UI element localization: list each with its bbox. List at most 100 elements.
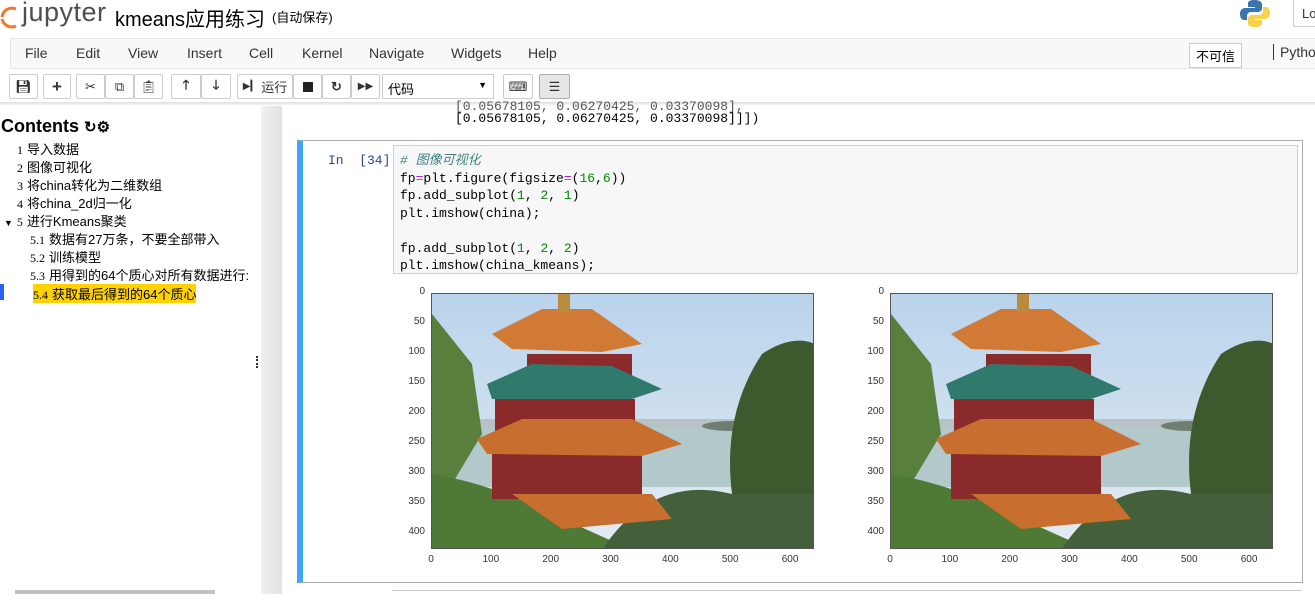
fast-forward-icon: ▶▶: [357, 81, 374, 92]
restart-button[interactable]: ↻: [322, 74, 351, 99]
x-tick-label: 100: [482, 554, 500, 565]
autosave-status: (自动保存): [272, 10, 333, 25]
refresh-icon[interactable]: ↻: [84, 119, 97, 136]
toc-item[interactable]: 2 图像可视化: [17, 157, 92, 176]
move-down-button[interactable]: 🡓: [201, 74, 231, 99]
code-line: fp=plt.figure(figsize=(16,6)): [400, 170, 627, 186]
y-tick-label: 150: [408, 375, 425, 387]
menu-help[interactable]: Help: [528, 45, 557, 61]
toolbar: 💾︎ + ✂ ⧉ 📋︎ 🡑 🡓 ▶▎ 运行 ↻ ▶▶ 代码 ▼ ⌨ ☰: [0, 72, 1315, 102]
y-tick-label: 400: [408, 525, 425, 537]
paste-icon: 📋︎: [140, 78, 157, 94]
move-up-button[interactable]: 🡑: [171, 74, 201, 99]
toc-num: 3: [17, 179, 23, 193]
menu-cell[interactable]: Cell: [249, 45, 273, 61]
run-button[interactable]: ▶▎ 运行: [237, 74, 293, 99]
next-cell[interactable]: [392, 590, 1302, 600]
toc-label: 将china_2d归一化: [27, 196, 132, 211]
logout-button[interactable]: Lo: [1293, 0, 1315, 27]
y-tick-label: 350: [408, 495, 425, 507]
toc-item[interactable]: 4 将china_2d归一化: [17, 193, 132, 212]
menu-insert[interactable]: Insert: [187, 45, 222, 61]
toc-item[interactable]: 5.1 数据有27万条，不要全部带入: [30, 229, 219, 248]
toc-num: 5.4: [33, 288, 48, 302]
cell-prompt: In [34]:: [328, 153, 399, 168]
gear-icon[interactable]: ⚙: [97, 119, 110, 136]
save-icon: 💾︎: [15, 78, 32, 94]
toc-item[interactable]: ▼ 5 进行Kmeans聚类: [4, 211, 127, 230]
keyboard-icon: ⌨: [508, 78, 528, 94]
menu-view[interactable]: View: [128, 45, 158, 61]
toc-num: 2: [17, 161, 23, 175]
y-tick-label: 150: [867, 375, 884, 387]
y-tick-label: 200: [867, 405, 884, 417]
toc-item[interactable]: 5.3 用得到的64个质心对所有数据进行:: [30, 265, 249, 284]
plus-icon: +: [52, 76, 62, 96]
sidebar-scrollbar[interactable]: [15, 590, 215, 594]
y-tick-label: 300: [867, 465, 884, 477]
toc-label: 将china转化为二维数组: [27, 178, 163, 193]
x-tick-label: 500: [721, 554, 739, 565]
y-tick-label: 0: [419, 286, 425, 297]
menu-kernel[interactable]: Kernel: [302, 45, 342, 61]
menu-widgets[interactable]: Widgets: [451, 45, 502, 61]
jupyter-logo[interactable]: jupyter: [22, 0, 107, 28]
code-input[interactable]: # 图像可视化 fp=plt.figure(figsize=(16,6)) fp.a…: [393, 145, 1298, 274]
toc-label: 进行Kmeans聚类: [26, 214, 127, 229]
y-tick-label: 100: [867, 345, 884, 357]
x-tick-label: 600: [1240, 554, 1258, 565]
y-tick-label: 100: [408, 345, 425, 357]
x-tick-label: 0: [887, 554, 893, 565]
arrow-up-icon: 🡑: [182, 76, 190, 92]
caret-down-icon[interactable]: ▼: [4, 218, 13, 228]
caret-down-icon: ▼: [478, 80, 487, 90]
paste-button[interactable]: 📋︎: [134, 74, 163, 99]
header: jupyter kmeans应用练习 (自动保存) Lo: [0, 0, 1315, 37]
command-palette-button[interactable]: ⌨: [503, 74, 533, 99]
cut-button[interactable]: ✂: [76, 74, 105, 99]
interrupt-button[interactable]: [293, 74, 322, 99]
kmeans-image-plot: [890, 293, 1273, 549]
copy-button[interactable]: ⧉: [105, 74, 134, 99]
y-tick-label: 400: [867, 525, 884, 537]
toc-item[interactable]: 3 将china转化为二维数组: [17, 175, 162, 194]
toc-num: 4: [17, 197, 23, 211]
kernel-indicator: Python: [1273, 44, 1315, 60]
toc-toggle-button[interactable]: ☰: [539, 74, 570, 99]
toc-item[interactable]: 1 导入数据: [17, 139, 79, 158]
x-tick-label: 400: [1121, 554, 1138, 565]
output-text: [0.05678105, 0.06270425, 0.03370098]]]): [455, 111, 760, 126]
y-tick-label: 250: [867, 435, 884, 447]
code-line: fp.add_subplot(1, 2, 2): [400, 240, 580, 256]
resize-handle-icon[interactable]: [256, 356, 259, 368]
python-logo-icon: [1240, 0, 1270, 27]
stop-icon: [302, 81, 313, 92]
toc-title: Contents ↻⚙: [1, 116, 110, 137]
x-tick-label: 0: [428, 554, 434, 565]
toc-title-text: Contents: [1, 116, 79, 136]
menu-edit[interactable]: Edit: [76, 45, 100, 61]
toc-item-active[interactable]: 5.4 获取最后得到的64个质心: [33, 284, 197, 303]
refresh-icon: ↻: [331, 78, 342, 94]
toc-item[interactable]: 5.2 训练模型: [30, 247, 101, 266]
restart-run-all-button[interactable]: ▶▶: [351, 74, 380, 99]
y-tick-label: 300: [408, 465, 425, 477]
notebook-title[interactable]: kmeans应用练习: [115, 3, 265, 32]
toc-label: 训练模型: [49, 250, 102, 265]
sidebar-splitter[interactable]: [261, 106, 282, 594]
save-button[interactable]: 💾︎: [9, 74, 38, 99]
insert-cell-button[interactable]: +: [43, 74, 71, 99]
y-tick-label: 50: [872, 315, 884, 327]
toc-num: 5.1: [30, 233, 45, 247]
menu-file[interactable]: File: [25, 45, 48, 61]
x-tick-label: 300: [602, 554, 619, 565]
toc-label: 导入数据: [27, 142, 80, 157]
code-line: plt.imshow(china);: [400, 205, 541, 221]
x-tick-label: 100: [941, 554, 959, 565]
x-tick-label: 600: [781, 554, 799, 565]
menu-navigate[interactable]: Navigate: [369, 45, 424, 61]
cell-type-select[interactable]: 代码 ▼: [382, 74, 494, 99]
x-tick-label: 200: [1001, 554, 1019, 565]
toc-num: 5.3: [30, 269, 45, 283]
trust-indicator[interactable]: 不可信: [1189, 43, 1243, 68]
